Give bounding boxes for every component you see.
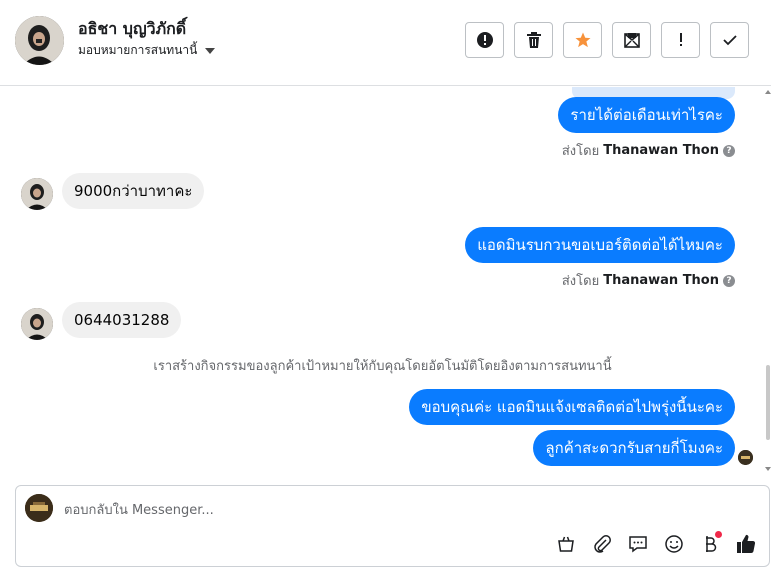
page-avatar	[25, 494, 53, 522]
contact-avatar-small	[21, 308, 53, 340]
star-button[interactable]	[563, 22, 602, 58]
exclamation-icon	[679, 33, 682, 46]
payment-button[interactable]	[699, 531, 722, 555]
shop-bag-icon	[558, 536, 574, 552]
sent-by-label: ส่งโดย Thanawan Thon ?	[562, 270, 735, 291]
scroll-up-icon[interactable]	[765, 90, 771, 94]
shop-bag-button[interactable]	[555, 533, 577, 555]
reply-composer	[15, 485, 770, 567]
scroll-down-icon[interactable]	[765, 467, 771, 471]
help-icon[interactable]: ?	[723, 274, 735, 287]
alert-circle-icon	[476, 32, 493, 48]
follow-up-button[interactable]	[661, 22, 700, 58]
contact-avatar[interactable]	[15, 16, 64, 65]
emoji-icon	[665, 535, 683, 553]
chat-bubble-icon	[629, 536, 647, 553]
assign-conversation-dropdown[interactable]: มอบหมายการสนทนานี้	[78, 41, 216, 60]
conversation-actions	[465, 22, 749, 58]
sent-by-label: ส่งโดย Thanawan Thon ?	[562, 140, 735, 161]
message-outgoing: ลูกค้าสะดวกรับสายกี่โมงคะ	[533, 430, 735, 466]
message-outgoing: รายได้ต่อเดือนเท่าไรคะ	[558, 97, 735, 133]
message-outgoing: ขอบคุณค่ะ แอดมินแจ้งเซลติดต่อไปพรุ่งนี้น…	[409, 389, 735, 425]
seen-receipt-avatar	[738, 450, 753, 465]
like-button[interactable]	[735, 533, 757, 555]
spam-button[interactable]	[465, 22, 504, 58]
scrollbar-thumb[interactable]	[766, 365, 770, 440]
system-note: เราสร้างกิจกรรมของลูกค้าเป้าหมายให้กับคุ…	[153, 359, 612, 374]
message-incoming: 0644031288	[62, 302, 182, 338]
composer-toolbar	[555, 531, 757, 555]
thumbs-up-icon	[737, 534, 756, 554]
attach-file-button[interactable]	[591, 533, 613, 555]
chevron-down-icon	[205, 47, 216, 54]
message-incoming: 9000กว่าบาทาคะ	[62, 173, 205, 209]
envelope-icon	[623, 33, 640, 48]
contact-name: อธิชา บุญวิภักดิ์	[78, 19, 187, 38]
paperclip-icon	[594, 535, 611, 553]
reply-input[interactable]	[64, 500, 564, 520]
emoji-button[interactable]	[663, 533, 685, 555]
conversation-header: อธิชา บุญวิภักดิ์ มอบหมายการสนทนานี้	[0, 0, 771, 86]
saved-replies-button[interactable]	[627, 533, 649, 555]
done-button[interactable]	[710, 22, 749, 58]
message-thread[interactable]: รายได้ต่อเดือนเท่าไรคะ ส่งโดย Thanawan T…	[0, 87, 765, 477]
delete-button[interactable]	[514, 22, 553, 58]
check-icon	[722, 35, 737, 46]
notification-dot	[715, 531, 722, 538]
trash-icon	[526, 32, 541, 48]
contact-avatar-small	[21, 178, 53, 210]
message-outgoing: แอดมินรบกวนขอเบอร์ติดต่อได้ไหมคะ	[465, 227, 735, 263]
mark-unread-button[interactable]	[612, 22, 651, 58]
assign-label: มอบหมายการสนทนานี้	[78, 43, 198, 57]
help-icon[interactable]: ?	[723, 144, 735, 157]
star-icon	[575, 32, 590, 48]
